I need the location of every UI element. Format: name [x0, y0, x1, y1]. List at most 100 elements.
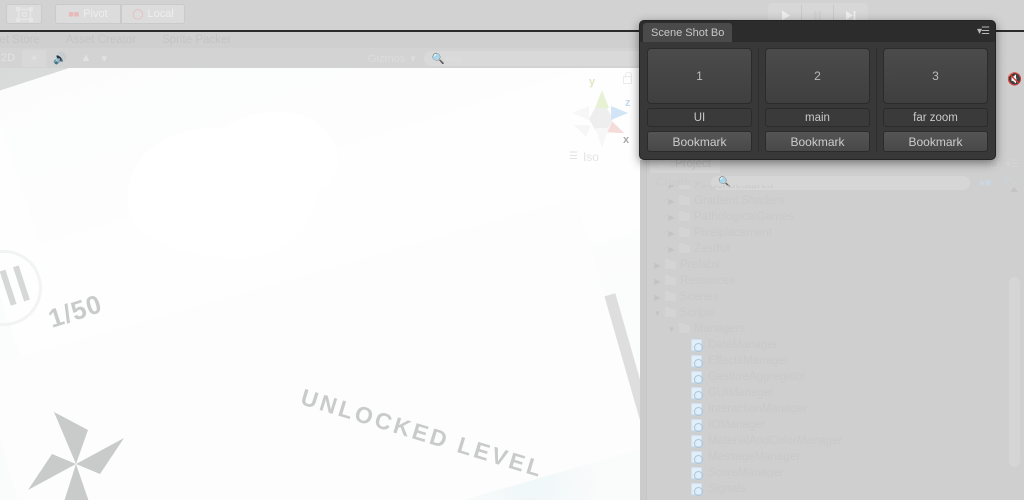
tree-row[interactable]: ▶ FingerGestures	[646, 185, 1024, 193]
pivot-label: Pivot	[83, 8, 108, 20]
menu-item-asset-creator[interactable]: Asset Creator	[66, 34, 136, 46]
mute-audio-icon[interactable]: 🔇	[1007, 72, 1022, 86]
tree-row[interactable]: DataManager	[646, 337, 1024, 353]
hierarchy-create-button[interactable]: Cre	[1006, 54, 1024, 66]
folder-icon	[677, 194, 691, 205]
bookmark-button-3[interactable]: Bookmark	[883, 131, 988, 152]
chevron-down-icon[interactable]: ▼	[652, 309, 663, 318]
project-scrollbar[interactable]	[1009, 185, 1020, 500]
gizmo-cone-z-neg[interactable]	[572, 106, 589, 120]
toggle-2d-button[interactable]: 2D	[0, 49, 22, 67]
local-toggle-button[interactable]: ◯ Local	[121, 4, 185, 24]
tree-row[interactable]: MaterialAndColorManager	[646, 433, 1024, 449]
image-effects-caret-icon[interactable]: ▾	[99, 49, 111, 67]
folder-label: FingerGestures	[694, 185, 774, 191]
tree-row[interactable]: ▼ Scripts	[646, 305, 1024, 321]
tree-row[interactable]: ▶ Prefabs	[646, 257, 1024, 273]
local-label: Local	[147, 8, 174, 20]
options-menu-icon[interactable]: ▾☰	[1006, 159, 1019, 170]
gizmo-cone-x-neg[interactable]	[571, 119, 591, 137]
tree-row[interactable]: EffectsManager	[646, 353, 1024, 369]
rect-transform-icon[interactable]	[6, 4, 42, 24]
folder-label: Scripts	[680, 307, 716, 319]
script-label: GUIManager	[708, 387, 774, 399]
chevron-right-icon[interactable]: ▶	[652, 277, 663, 286]
scrollbar-thumb[interactable]	[1009, 277, 1020, 467]
bookmark-name-field-1[interactable]: UI	[647, 108, 752, 127]
folder-icon	[663, 306, 677, 317]
bookmark-shot-preview-3[interactable]: 3	[883, 48, 988, 104]
tree-row[interactable]: MessageManager	[646, 449, 1024, 465]
bookmark-shot-preview-1[interactable]: 1	[647, 48, 752, 104]
folder-glyph	[664, 274, 676, 285]
chevron-right-icon[interactable]: ▶	[666, 229, 677, 238]
bookmark-name-field-3[interactable]: far zoom	[883, 108, 988, 127]
gizmos-dropdown-label[interactable]: Gizmos	[368, 53, 405, 65]
script-label: ScoreManager	[708, 467, 784, 479]
chevron-down-icon[interactable]: ▾	[410, 52, 416, 65]
bookmark-button-2[interactable]: Bookmark	[765, 131, 870, 152]
scene-view-gizmo[interactable]: y z x ☰ Iso	[563, 72, 639, 172]
gizmo-cone-y-pos[interactable]	[595, 90, 609, 108]
tree-row[interactable]: GestureAggregator	[646, 369, 1024, 385]
tree-row[interactable]: ▶ ZestKit	[646, 241, 1024, 257]
tree-row[interactable]: ▶ Gradient Shaders	[646, 193, 1024, 209]
csharp-script-icon	[691, 483, 703, 496]
tree-row[interactable]: ▶ Pixelplacement	[646, 225, 1024, 241]
rect-transform-glyph	[15, 6, 33, 22]
folder-icon	[677, 185, 691, 189]
bookmark-slots-container: 1 UI Bookmark 2 main Bookmark 3 far zoom Bookmar…	[640, 42, 995, 159]
pinwheel-shape	[28, 412, 124, 500]
project-asset-tree[interactable]: ▶ FingerGestures ▶ Gradient Shaders ▶ Patholo…	[646, 185, 1024, 500]
tree-row[interactable]: ▶ Resources	[646, 273, 1024, 289]
tab-scene-shot-bookmarks[interactable]: Scene Shot Bo	[643, 23, 733, 42]
chevron-right-icon[interactable]: ▶	[652, 261, 663, 270]
script-label: Signals	[708, 483, 746, 495]
menu-item-asset-store[interactable]: sset Store	[0, 34, 40, 46]
script-label: MessageManager	[708, 451, 801, 463]
tree-row[interactable]: ▼ Managers	[646, 321, 1024, 337]
lock-icon[interactable]	[623, 72, 632, 84]
projection-mode-label: Iso	[582, 150, 599, 164]
bookmark-button-1[interactable]: Bookmark	[647, 131, 752, 152]
scroll-up-arrow-icon[interactable]	[1010, 187, 1018, 192]
hierarchy-tab-label: H	[1011, 35, 1020, 47]
bookmark-name-field-2[interactable]: main	[765, 108, 870, 127]
tree-row[interactable]: GUIManager	[646, 385, 1024, 401]
speaker-icon[interactable]: 🔊	[46, 49, 74, 67]
chevron-right-icon[interactable]: ▶	[666, 185, 677, 190]
sun-icon[interactable]: ☀	[22, 49, 46, 67]
folder-label: Pixelplacement	[694, 227, 772, 239]
chevron-right-icon[interactable]: ▶	[666, 245, 677, 254]
folder-icon	[677, 242, 691, 253]
bookmark-slot: 2 main Bookmark	[765, 48, 870, 152]
tree-row[interactable]: IOManager	[646, 417, 1024, 433]
bookmark-slot-separator	[758, 48, 759, 152]
options-menu-icon[interactable]: ▾☰	[977, 26, 990, 37]
folder-icon	[677, 210, 691, 221]
chevron-right-icon[interactable]: ▶	[652, 293, 663, 302]
folder-glyph	[678, 226, 690, 237]
tree-row[interactable]: InteractionManager	[646, 401, 1024, 417]
folder-glyph	[664, 290, 676, 301]
image-effects-icon[interactable]: ▲	[74, 49, 99, 67]
tree-row[interactable]: ▶ PathologicalGames	[646, 209, 1024, 225]
pivot-toggle-button[interactable]: ■■ Pivot	[55, 4, 121, 24]
lock-icon[interactable]	[991, 161, 1000, 168]
tree-row[interactable]: ▶ Scenes	[646, 289, 1024, 305]
folder-glyph	[678, 185, 690, 189]
bookmark-shot-preview-2[interactable]: 2	[765, 48, 870, 104]
tab-hierarchy[interactable]: ☰ H	[1000, 33, 1024, 49]
menu-item-sprite-packer[interactable]: Sprite Packer	[162, 34, 231, 46]
scene-shot-bookmarks-window[interactable]: Scene Shot Bo ▾☰ 1 UI Bookmark 2 main Bookmar…	[639, 20, 996, 160]
chevron-down-icon[interactable]: ▼	[666, 325, 677, 334]
scene-search-input[interactable]: 🔍 ▾ All	[423, 51, 672, 66]
tree-row[interactable]: Signals	[646, 481, 1024, 497]
chevron-right-icon[interactable]: ▶	[666, 197, 677, 206]
projection-mode-toggle[interactable]: ☰ Iso	[569, 150, 599, 164]
csharp-script-icon	[691, 467, 703, 480]
tree-row[interactable]: ScoreManager	[646, 465, 1024, 481]
script-label: InteractionManager	[708, 403, 808, 415]
chevron-right-icon[interactable]: ▶	[666, 213, 677, 222]
scene-view[interactable]: 1/50 UNLOCKED LEVEL	[0, 68, 646, 500]
